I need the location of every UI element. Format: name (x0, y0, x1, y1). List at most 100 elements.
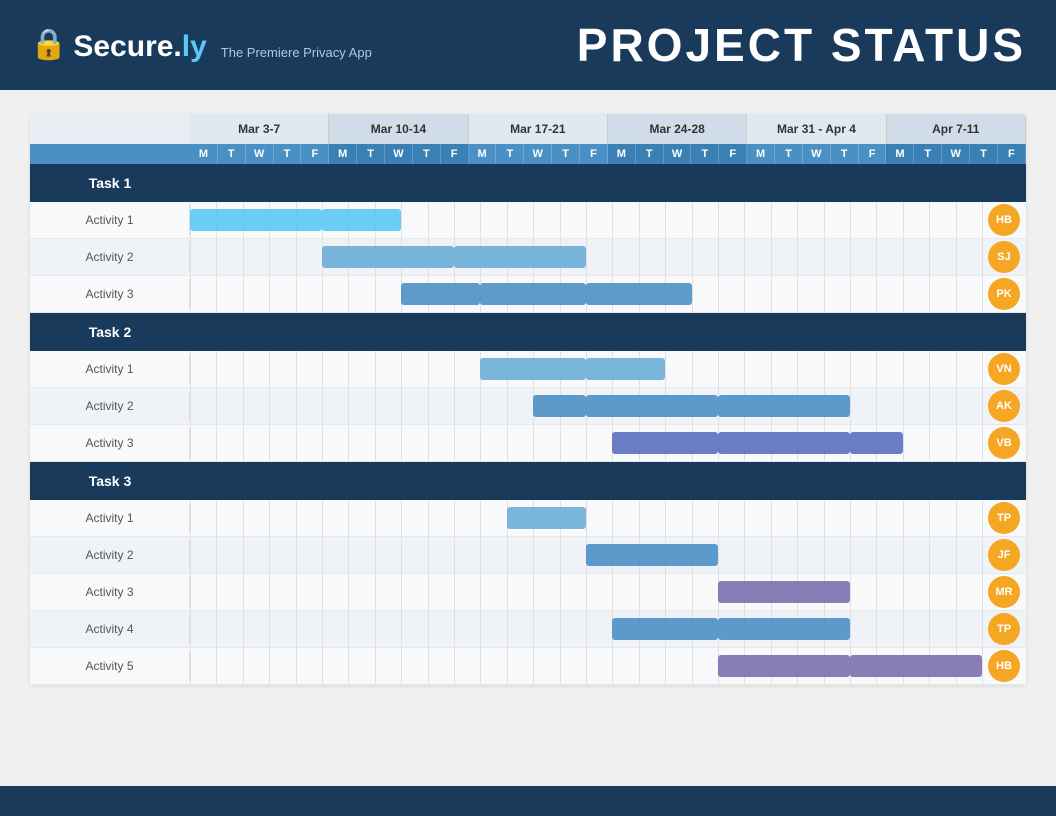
gantt-bar (718, 395, 850, 417)
activity-row: Activity 3 MR (30, 574, 1026, 611)
day-header: T (970, 144, 998, 164)
project-status-title: PROJECT STATUS (577, 18, 1026, 72)
activity-label: Activity 3 (30, 577, 190, 607)
activity-row: Activity 4TP (30, 611, 1026, 648)
day-header: T (691, 144, 719, 164)
gantt-week-headers: Mar 3-7Mar 10-14Mar 17-21Mar 24-28Mar 31… (30, 114, 1026, 144)
week-header-3: Mar 24-28 (608, 114, 747, 144)
gantt-bar (401, 283, 480, 305)
task-bar-area-task2 (190, 313, 1026, 351)
main-content: Mar 3-7Mar 10-14Mar 17-21Mar 24-28Mar 31… (0, 90, 1056, 790)
bar-area-wrap: VB (190, 425, 1026, 461)
gantt-bar (533, 395, 586, 417)
activity-label: Activity 1 (30, 354, 190, 384)
week-header-2: Mar 17-21 (469, 114, 608, 144)
bar-area (190, 648, 982, 684)
bar-area-wrap: AK (190, 388, 1026, 424)
bar-area-wrap: TP (190, 500, 1026, 536)
gantt-bar (322, 209, 401, 231)
gantt-bar (850, 432, 903, 454)
tagline: The Premiere Privacy App (221, 45, 372, 60)
bar-area (190, 202, 982, 238)
bar-area (190, 500, 982, 536)
bar-area (190, 239, 982, 275)
gantt-bar (612, 618, 718, 640)
avatar-badge: TP (988, 502, 1020, 534)
day-header: T (636, 144, 664, 164)
activity-label: Activity 4 (30, 614, 190, 644)
bar-area-wrap: HB (190, 202, 1026, 238)
gantt-bar (586, 283, 692, 305)
activity-row: Activity 2 SJ (30, 239, 1026, 276)
activity-row: Activity 3VB (30, 425, 1026, 462)
day-header: M (469, 144, 497, 164)
day-header: F (719, 144, 747, 164)
activity-label: Activity 5 (30, 651, 190, 681)
day-header: T (413, 144, 441, 164)
bar-area (190, 537, 982, 573)
gantt-chart: Mar 3-7Mar 10-14Mar 17-21Mar 24-28Mar 31… (30, 114, 1026, 685)
avatar-badge: SJ (988, 241, 1020, 273)
gantt-bar (612, 432, 718, 454)
bar-area (190, 611, 982, 647)
task-header-row-task3: Task 3 (30, 462, 1026, 500)
day-header: F (580, 144, 608, 164)
day-header: W (803, 144, 831, 164)
activity-label: Activity 2 (30, 242, 190, 272)
task-header-row-task1: Task 1 (30, 164, 1026, 202)
day-header: T (552, 144, 580, 164)
bar-area-wrap: MR (190, 574, 1026, 610)
day-header: W (524, 144, 552, 164)
activity-row: Activity 2 JF (30, 537, 1026, 574)
grid-lines (190, 500, 982, 536)
gantt-bar (480, 283, 586, 305)
gantt-bar (586, 544, 718, 566)
bar-area-wrap: VN (190, 351, 1026, 387)
day-header: F (859, 144, 887, 164)
gantt-bar (322, 246, 454, 268)
day-header: T (274, 144, 302, 164)
gantt-bar (718, 432, 850, 454)
gantt-body: Task 1Activity 1HBActivity 2SJActivity 3… (30, 164, 1026, 685)
day-header: M (190, 144, 218, 164)
task-label-task3: Task 3 (30, 463, 190, 499)
gantt-bar (507, 507, 586, 529)
task-header-row-task2: Task 2 (30, 313, 1026, 351)
activity-label: Activity 2 (30, 540, 190, 570)
avatar-badge: MR (988, 576, 1020, 608)
gantt-bar (850, 655, 982, 677)
gantt-bar (718, 618, 850, 640)
activity-row: Activity 3PK (30, 276, 1026, 313)
week-header-4: Mar 31 - Apr 4 (747, 114, 886, 144)
logo-area: 🔒 Secure.ly The Premiere Privacy App (30, 27, 372, 64)
bar-area-wrap: PK (190, 276, 1026, 312)
day-header: T (831, 144, 859, 164)
bar-area (190, 425, 982, 461)
day-header: M (747, 144, 775, 164)
day-header: T (496, 144, 524, 164)
avatar-badge: PK (988, 278, 1020, 310)
logo-text: Secure.ly (73, 30, 206, 64)
task-label-task2: Task 2 (30, 314, 190, 350)
day-header: F (998, 144, 1026, 164)
day-header: M (608, 144, 636, 164)
week-header-1: Mar 10-14 (329, 114, 468, 144)
day-header: T (357, 144, 385, 164)
activity-label: Activity 2 (30, 391, 190, 421)
bar-area-wrap: TP (190, 611, 1026, 647)
grid-lines (190, 239, 982, 275)
avatar-badge: JF (988, 539, 1020, 571)
bar-area (190, 351, 982, 387)
day-header: W (942, 144, 970, 164)
activity-row: Activity 1 TP (30, 500, 1026, 537)
grid-lines (190, 574, 982, 610)
activity-label: Activity 1 (30, 503, 190, 533)
day-header: W (385, 144, 413, 164)
day-header: W (664, 144, 692, 164)
bar-area-wrap: HB (190, 648, 1026, 684)
task-label-task1: Task 1 (30, 165, 190, 201)
gantt-bar (718, 655, 850, 677)
avatar-badge: AK (988, 390, 1020, 422)
day-header: M (329, 144, 357, 164)
day-header: F (301, 144, 329, 164)
